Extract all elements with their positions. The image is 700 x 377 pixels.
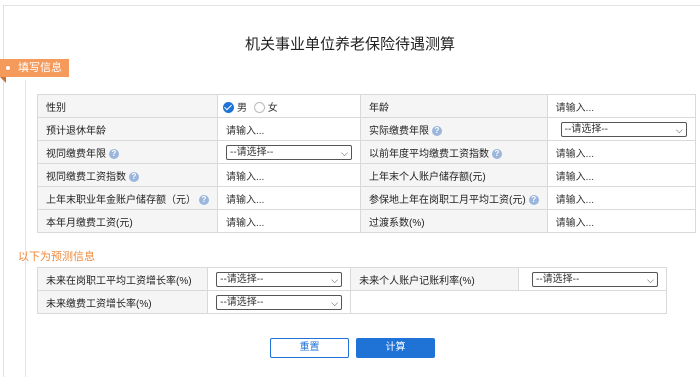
gender-female-label: 女 bbox=[267, 102, 278, 114]
radio-checked-icon bbox=[223, 101, 234, 113]
deemed-years-label: 视同缴费年限 bbox=[46, 148, 106, 160]
transition-coef-label: 过渡系数(%) bbox=[360, 209, 548, 233]
last-year-personal-balance-label: 上年末个人账户储存额(元) bbox=[360, 163, 548, 187]
prev-avg-index-input[interactable]: 请输入... bbox=[546, 140, 696, 164]
radio-unchecked-icon bbox=[253, 101, 265, 113]
forecast-section-title: 以下为预测信息 bbox=[18, 251, 95, 263]
deemed-years-cell-value: --请选择-- ⌵ bbox=[217, 140, 361, 164]
contrib-growth-select[interactable]: --请选择-- ⌵ bbox=[216, 294, 343, 310]
table-row: 上年末职业年金账户储存额（元）? 请输入... 参保地上年在岗职工月平均工资(元… bbox=[37, 186, 696, 210]
retire-age-label: 预计退休年龄 bbox=[37, 117, 218, 141]
deemed-years-cell: 视同缴费年限? bbox=[37, 140, 218, 164]
wage-growth-select[interactable]: --请选择-- ⌵ bbox=[216, 271, 343, 287]
table-row: 本年月缴费工资(元) 请输入... 过渡系数(%) 请输入... bbox=[37, 209, 696, 233]
help-icon[interactable]: ? bbox=[492, 148, 502, 159]
select-value: --请选择-- bbox=[220, 296, 264, 308]
deemed-years-select[interactable]: --请选择-- ⌵ bbox=[226, 144, 352, 160]
help-icon[interactable]: ? bbox=[129, 171, 139, 182]
table-row: 视同缴费工资指数? 请输入... 上年末个人账户储存额(元) 请输入... bbox=[37, 163, 696, 187]
empty-cell bbox=[350, 290, 667, 314]
local-avg-wage-cell: 参保地上年在岗职工月平均工资(元)? bbox=[360, 186, 548, 210]
actual-years-select[interactable]: --请选择-- ⌵ bbox=[560, 121, 687, 137]
personal-interest-label: 未来个人账户记账利率(%) bbox=[350, 267, 519, 291]
gender-male-option[interactable]: 男 bbox=[223, 101, 247, 114]
select-value: --请选择-- bbox=[220, 273, 264, 285]
prev-avg-index-cell: 以前年度平均缴费工资指数? bbox=[360, 140, 548, 164]
table-row: 预计退休年龄 请输入... 实际缴费年限? --请选择-- ⌵ bbox=[37, 117, 696, 141]
deemed-wage-index-label: 视同缴费工资指数 bbox=[46, 171, 126, 183]
personal-interest-select[interactable]: --请选择-- ⌵ bbox=[531, 271, 658, 287]
chevron-down-icon: ⌵ bbox=[331, 274, 339, 285]
chevron-down-icon: ⌵ bbox=[331, 297, 339, 308]
panel-left-inner-border bbox=[25, 80, 26, 377]
gender-male-label: 男 bbox=[237, 102, 247, 114]
table-row: 未来缴费工资增长率(%) --请选择-- ⌵ bbox=[36, 290, 667, 314]
help-icon[interactable]: ? bbox=[432, 125, 442, 136]
select-value: --请选择-- bbox=[230, 146, 274, 158]
age-input[interactable]: 请输入... bbox=[546, 94, 696, 118]
chevron-down-icon: ⌵ bbox=[341, 147, 348, 158]
actual-years-label: 实际缴费年限 bbox=[369, 125, 429, 137]
help-icon[interactable]: ? bbox=[199, 194, 209, 205]
wage-growth-cell-value: --请选择-- ⌵ bbox=[207, 267, 352, 291]
table-row: 视同缴费年限? --请选择-- ⌵ 以前年度平均缴费工资指数? 请输入... bbox=[37, 140, 696, 164]
prev-avg-index-label: 以前年度平均缴费工资指数 bbox=[369, 148, 489, 160]
current-month-wage-input[interactable]: 请输入... bbox=[217, 209, 361, 233]
select-value: --请选择-- bbox=[564, 123, 608, 135]
gender-label: 性别 bbox=[37, 94, 218, 118]
chevron-down-icon: ⌵ bbox=[647, 274, 654, 285]
age-label: 年龄 bbox=[360, 94, 548, 118]
select-value: --请选择-- bbox=[535, 273, 580, 285]
chevron-down-icon: ⌵ bbox=[675, 124, 683, 135]
contrib-growth-label: 未来缴费工资增长率(%) bbox=[36, 290, 209, 314]
tag-fold bbox=[0, 77, 6, 83]
retire-age-input[interactable]: 请输入... bbox=[217, 117, 361, 141]
help-icon[interactable]: ? bbox=[109, 148, 119, 159]
contrib-growth-cell-value: --请选择-- ⌵ bbox=[207, 290, 352, 314]
deemed-wage-index-cell: 视同缴费工资指数? bbox=[37, 163, 218, 187]
gender-female-option[interactable]: 女 bbox=[253, 101, 278, 114]
local-avg-wage-label: 参保地上年在岗职工月平均工资(元) bbox=[369, 194, 526, 206]
personal-interest-cell-value: --请选择-- ⌵ bbox=[517, 267, 668, 291]
last-year-annuity-input[interactable]: 请输入... bbox=[217, 186, 361, 210]
panel-top-border bbox=[3, 5, 700, 6]
current-month-wage-label: 本年月缴费工资(元) bbox=[37, 209, 218, 233]
tag-dot-icon bbox=[6, 66, 10, 70]
reset-button[interactable]: 重置 bbox=[270, 338, 349, 358]
table-row: 未来在岗职工平均工资增长率(%) --请选择-- ⌵ 未来个人账户记账利率(%) … bbox=[36, 267, 668, 291]
wage-growth-label: 未来在岗职工平均工资增长率(%) bbox=[36, 267, 209, 291]
local-avg-wage-input[interactable]: 请输入... bbox=[546, 186, 696, 210]
actual-years-cell-value: --请选择-- ⌵ bbox=[546, 117, 696, 141]
forecast-table: 未来在岗职工平均工资增长率(%) --请选择-- ⌵ 未来个人账户记账利率(%) … bbox=[36, 267, 668, 314]
last-year-annuity-label: 上年末职业年金账户储存额（元） bbox=[46, 194, 196, 206]
last-year-personal-balance-input[interactable]: 请输入... bbox=[546, 163, 696, 187]
help-icon[interactable]: ? bbox=[528, 194, 539, 205]
deemed-wage-index-input[interactable]: 请输入... bbox=[217, 163, 361, 187]
gender-radio-group: 男 女 bbox=[217, 94, 361, 118]
input-table: 性别 男 女 年龄 请输入... 预计退休年龄 请输入... 实际缴费年限? -… bbox=[37, 94, 696, 233]
table-row: 性别 男 女 年龄 请输入... bbox=[37, 94, 696, 118]
section-tag-fill-info: 填写信息 bbox=[0, 59, 69, 77]
page-title: 机关事业单位养老保险待遇测算 bbox=[244, 36, 455, 53]
annuity-cell: 上年末职业年金账户储存额（元）? bbox=[37, 186, 218, 210]
calculate-button[interactable]: 计算 bbox=[356, 338, 435, 358]
transition-coef-input[interactable]: 请输入... bbox=[546, 209, 696, 233]
actual-years-cell: 实际缴费年限? bbox=[360, 117, 548, 141]
section-tag-label: 填写信息 bbox=[18, 62, 62, 74]
